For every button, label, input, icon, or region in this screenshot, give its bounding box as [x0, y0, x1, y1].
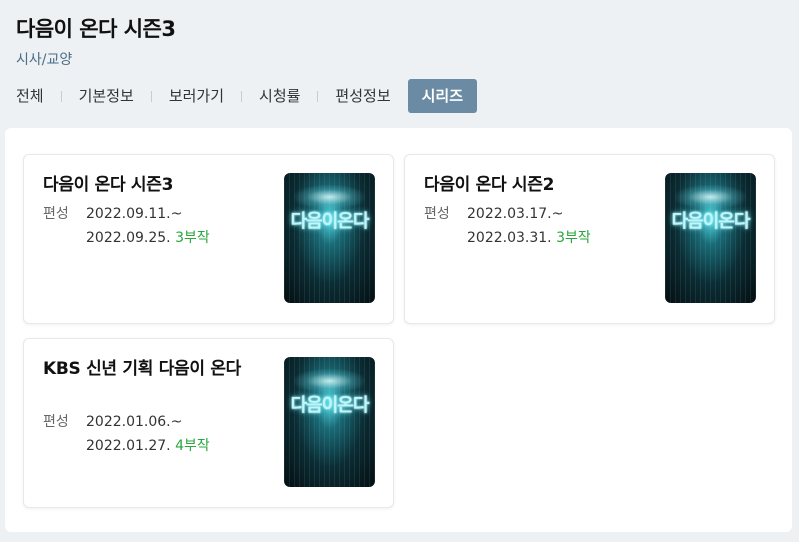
tab-bar: 전체 기본정보 보러가기 시청률 편성정보 시리즈	[16, 79, 478, 113]
poster-image[interactable]: 다음이온다	[284, 173, 375, 303]
schedule-label: 편성	[43, 206, 69, 222]
tab-all[interactable]: 전체	[16, 79, 44, 113]
end-line: 2022.01.27. 4부작	[86, 434, 266, 458]
start-date: 2022.01.06.~	[86, 414, 183, 430]
genre-label: 시사/교양	[16, 52, 73, 68]
end-date: 2022.01.27.	[86, 438, 171, 454]
episode-count: 3부작	[556, 230, 591, 246]
end-date: 2022.03.31.	[467, 230, 552, 246]
tab-divider	[60, 90, 62, 102]
page-title: 다음이 온다 시즌3	[16, 17, 176, 41]
series-card[interactable]: 다음이 온다 시즌2 편성 2022.03.17.~ 2022.03.31. 3…	[404, 154, 775, 324]
tab-ratings[interactable]: 시청률	[259, 79, 300, 113]
poster-glow	[675, 185, 746, 209]
series-panel: 다음이 온다 시즌3 편성 2022.09.11.~ 2022.09.25. 3…	[5, 128, 792, 532]
schedule-dates: 2022.03.17.~ 2022.03.31. 3부작	[467, 202, 647, 250]
series-card[interactable]: 다음이 온다 시즌3 편성 2022.09.11.~ 2022.09.25. 3…	[23, 154, 394, 324]
poster-image[interactable]: 다음이온다	[284, 357, 375, 487]
series-card[interactable]: KBS 신년 기획 다음이 온다 편성 2022.01.06.~ 2022.01…	[23, 338, 394, 508]
poster-logo: 다음이온다	[290, 211, 370, 232]
tab-series[interactable]: 시리즈	[407, 79, 478, 113]
start-date: 2022.03.17.~	[467, 206, 564, 222]
series-title[interactable]: KBS 신년 기획 다음이 온다	[43, 357, 263, 381]
episode-count: 3부작	[175, 230, 210, 246]
schedule-label: 편성	[43, 414, 69, 430]
tab-schedule[interactable]: 편성정보	[335, 79, 390, 113]
tab-divider	[317, 90, 319, 102]
episode-count: 4부작	[175, 438, 210, 454]
end-date: 2022.09.25.	[86, 230, 171, 246]
tab-watch[interactable]: 보러가기	[169, 79, 224, 113]
program-header: 다음이 온다 시즌3 시사/교양	[16, 14, 786, 70]
end-line: 2022.09.25. 3부작	[86, 226, 266, 250]
tab-divider	[150, 90, 152, 102]
schedule-dates: 2022.01.06.~ 2022.01.27. 4부작	[86, 410, 266, 458]
schedule-dates: 2022.09.11.~ 2022.09.25. 3부작	[86, 202, 266, 250]
tab-divider	[241, 90, 243, 102]
tab-basic-info[interactable]: 기본정보	[79, 79, 134, 113]
poster-logo: 다음이온다	[671, 211, 751, 232]
end-line: 2022.03.31. 3부작	[467, 226, 647, 250]
poster-image[interactable]: 다음이온다	[665, 173, 756, 303]
poster-glow	[294, 369, 365, 393]
series-title[interactable]: 다음이 온다 시즌2	[424, 173, 644, 197]
poster-glow	[294, 185, 365, 209]
schedule-label: 편성	[424, 206, 450, 222]
poster-logo: 다음이온다	[290, 395, 370, 416]
series-title[interactable]: 다음이 온다 시즌3	[43, 173, 263, 197]
start-date: 2022.09.11.~	[86, 206, 183, 222]
